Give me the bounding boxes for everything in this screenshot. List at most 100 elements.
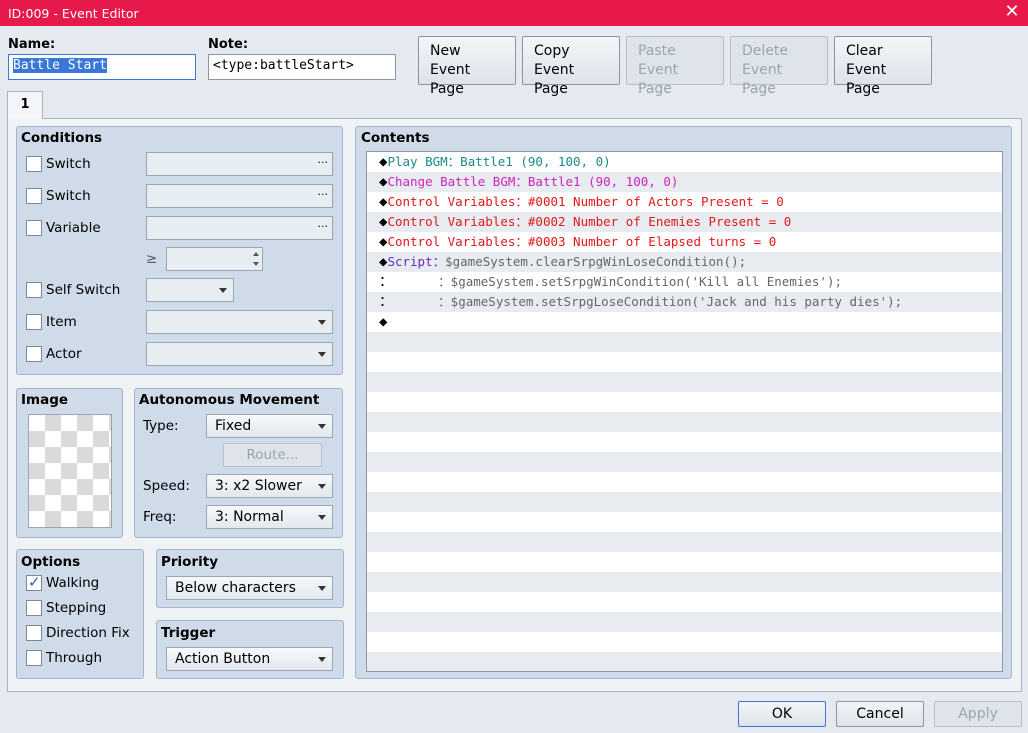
variable-value-spinner[interactable] (166, 247, 263, 271)
spin-down-icon[interactable] (253, 262, 259, 266)
command-row[interactable] (367, 532, 1002, 552)
paste-event-page-button[interactable]: Paste Event Page (626, 36, 724, 97)
new-button-line2: Event Page (430, 62, 471, 97)
speed-select[interactable]: 3: x2 Slower (206, 474, 333, 498)
command-name: Change Battle BGM (387, 174, 516, 189)
command-row[interactable] (367, 652, 1002, 671)
tab-page-1[interactable]: 1 (7, 91, 43, 119)
command-row[interactable] (367, 552, 1002, 572)
autonomous-movement-title: Autonomous Movement (139, 392, 320, 408)
paste-button-line1: Paste (638, 43, 676, 59)
command-separator: ： (438, 294, 451, 309)
delete-event-page-button[interactable]: Delete Event Page (730, 36, 828, 97)
command-row[interactable] (367, 592, 1002, 612)
chevron-down-icon (318, 586, 326, 591)
command-row[interactable]: ◆Play BGM：Battle1 (90, 100, 0) (367, 152, 1002, 172)
through-checkbox[interactable] (26, 650, 42, 666)
priority-select[interactable]: Below characters (166, 576, 333, 600)
name-value: Battle Start (13, 58, 107, 73)
through-label: Through (46, 650, 102, 666)
actor-checkbox[interactable] (26, 346, 42, 362)
command-row[interactable] (367, 512, 1002, 532)
command-row[interactable] (367, 352, 1002, 372)
copy-button-line2: Event Page (534, 62, 575, 97)
command-row[interactable] (367, 332, 1002, 352)
switch2-picker[interactable]: ··· (146, 184, 333, 208)
close-icon[interactable]: ✕ (1002, 2, 1022, 22)
command-name: Play BGM (387, 154, 448, 169)
paste-button-line2: Event Page (638, 62, 679, 97)
spin-up-icon[interactable] (253, 252, 259, 256)
command-row[interactable] (367, 572, 1002, 592)
delete-button-line1: Delete (742, 43, 788, 59)
new-button-line1: New (430, 43, 461, 59)
chevron-down-icon (318, 424, 326, 429)
route-button[interactable]: Route... (223, 443, 322, 467)
cancel-button[interactable]: Cancel (836, 701, 924, 727)
command-argument: #0002 Number of Enemies Present = 0 (527, 214, 792, 229)
continuation-mark: ： (379, 294, 393, 310)
command-row[interactable]: ◆Control Variables：#0002 Number of Enemi… (367, 212, 1002, 232)
item-checkbox[interactable] (26, 314, 42, 330)
self-switch-label: Self Switch (46, 282, 121, 298)
command-row[interactable] (367, 492, 1002, 512)
ok-button[interactable]: OK (738, 701, 826, 727)
command-name: Control Variables (387, 234, 516, 249)
command-row[interactable]: ： ：$gameSystem.setSrpgLoseCondition('Jac… (367, 292, 1002, 312)
walking-label: Walking (46, 575, 100, 591)
command-row[interactable]: ◆ (367, 312, 1002, 332)
direction-fix-checkbox[interactable] (26, 625, 42, 641)
command-row[interactable]: ◆Control Variables：#0001 Number of Actor… (367, 192, 1002, 212)
options-title: Options (21, 554, 81, 570)
note-field[interactable]: <type:battleStart> (208, 54, 396, 80)
command-row[interactable]: ◆Change Battle BGM：Battle1 (90, 100, 0) (367, 172, 1002, 192)
event-command-list[interactable]: ◆Play BGM：Battle1 (90, 100, 0) ◆Change Ba… (366, 151, 1003, 672)
item-select[interactable] (146, 310, 333, 334)
command-argument: Battle1 (90, 100, 0) (460, 154, 611, 169)
switch1-dots: ··· (317, 156, 329, 169)
command-name: Control Variables (387, 214, 516, 229)
freq-value: 3: Normal (215, 509, 284, 525)
chevron-down-icon (219, 288, 227, 293)
walking-checkbox[interactable] (26, 573, 42, 591)
command-row[interactable] (367, 412, 1002, 432)
name-field[interactable]: Battle Start (8, 54, 196, 80)
apply-button[interactable]: Apply (934, 701, 1022, 727)
command-row[interactable] (367, 612, 1002, 632)
stepping-checkbox[interactable] (26, 600, 42, 616)
priority-title: Priority (161, 554, 218, 570)
command-row[interactable] (367, 472, 1002, 492)
freq-select[interactable]: 3: Normal (206, 505, 333, 529)
command-row[interactable] (367, 632, 1002, 652)
name-label: Name: (8, 37, 56, 52)
new-event-page-button[interactable]: New Event Page (418, 36, 516, 97)
switch1-checkbox[interactable] (26, 156, 42, 172)
command-row[interactable] (367, 432, 1002, 452)
actor-select[interactable] (146, 342, 333, 366)
chevron-down-icon (318, 657, 326, 662)
command-row[interactable]: ： ：$gameSystem.setSrpgWinCondition('Kill… (367, 272, 1002, 292)
command-row[interactable]: ◆Script：$gameSystem.clearSrpgWinLoseCond… (367, 252, 1002, 272)
switch2-dots: ··· (317, 188, 329, 201)
command-row[interactable] (367, 392, 1002, 412)
switch1-picker[interactable]: ··· (146, 152, 333, 176)
self-switch-checkbox[interactable] (26, 282, 42, 298)
copy-event-page-button[interactable]: Copy Event Page (522, 36, 620, 97)
command-row[interactable] (367, 452, 1002, 472)
direction-fix-label: Direction Fix (46, 625, 130, 641)
switch2-checkbox[interactable] (26, 188, 42, 204)
variable-picker[interactable]: ··· (146, 216, 333, 240)
trigger-select[interactable]: Action Button (166, 647, 333, 671)
command-argument: Battle1 (90, 100, 0) (527, 174, 679, 189)
variable-checkbox[interactable] (26, 220, 42, 236)
clear-event-page-button[interactable]: Clear Event Page (834, 36, 932, 97)
type-select[interactable]: Fixed (206, 414, 333, 438)
self-switch-select[interactable] (146, 278, 234, 302)
delete-button-line2: Event Page (742, 62, 783, 97)
command-row[interactable]: ◆Control Variables：#0003 Number of Elaps… (367, 232, 1002, 252)
event-image-preview[interactable] (28, 414, 112, 528)
command-separator: ： (432, 254, 446, 269)
command-row[interactable] (367, 372, 1002, 392)
speed-label: Speed: (143, 478, 190, 494)
switch2-label: Switch (46, 188, 91, 204)
